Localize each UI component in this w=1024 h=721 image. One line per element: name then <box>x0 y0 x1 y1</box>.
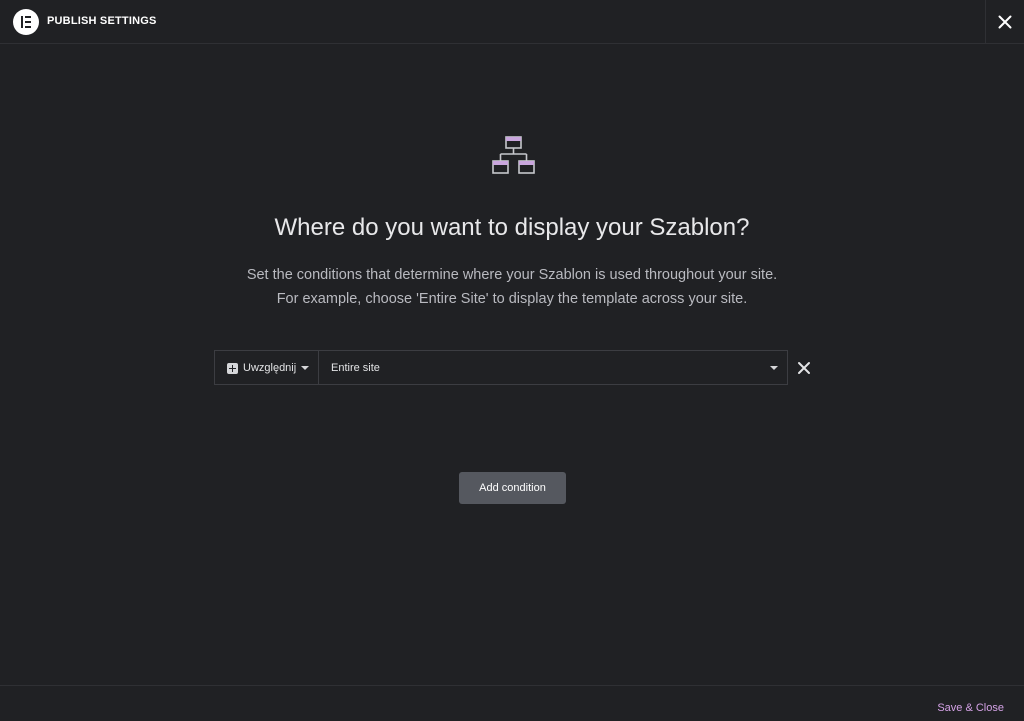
header-divider <box>985 0 986 43</box>
modal-header: PUBLISH SETTINGS <box>0 0 1024 44</box>
conditions-heading: Where do you want to display your Szablo… <box>274 214 750 241</box>
sitemap-icon <box>492 136 535 174</box>
add-condition-button[interactable]: Add condition <box>459 472 566 504</box>
modal-title: PUBLISH SETTINGS <box>47 15 157 27</box>
condition-value-select[interactable]: Entire site <box>319 351 787 384</box>
publish-settings-modal: PUBLISH SETTINGS Where do you want to di… <box>0 0 1024 721</box>
condition-row: Uwzględnij Entire site <box>214 350 788 385</box>
chevron-down-icon <box>770 366 778 370</box>
description-line-2: For example, choose 'Entire Site' to dis… <box>276 291 748 307</box>
condition-type-select[interactable]: Uwzględnij <box>215 351 319 384</box>
close-modal-button[interactable] <box>995 12 1015 32</box>
condition-type-label: Uwzględnij <box>243 362 297 374</box>
condition-value-label: Entire site <box>331 362 380 374</box>
conditions-description: Set the conditions that determine where … <box>0 263 1024 311</box>
modal-footer: Save & Close <box>0 685 1024 721</box>
description-line-1: Set the conditions that determine where … <box>246 267 778 283</box>
plus-square-icon <box>227 363 238 374</box>
close-icon <box>998 15 1012 29</box>
elementor-logo-icon <box>13 9 39 35</box>
chevron-down-icon <box>301 366 309 370</box>
close-icon <box>798 362 810 374</box>
remove-condition-button[interactable] <box>796 360 812 376</box>
save-and-close-button[interactable]: Save & Close <box>937 702 1004 714</box>
